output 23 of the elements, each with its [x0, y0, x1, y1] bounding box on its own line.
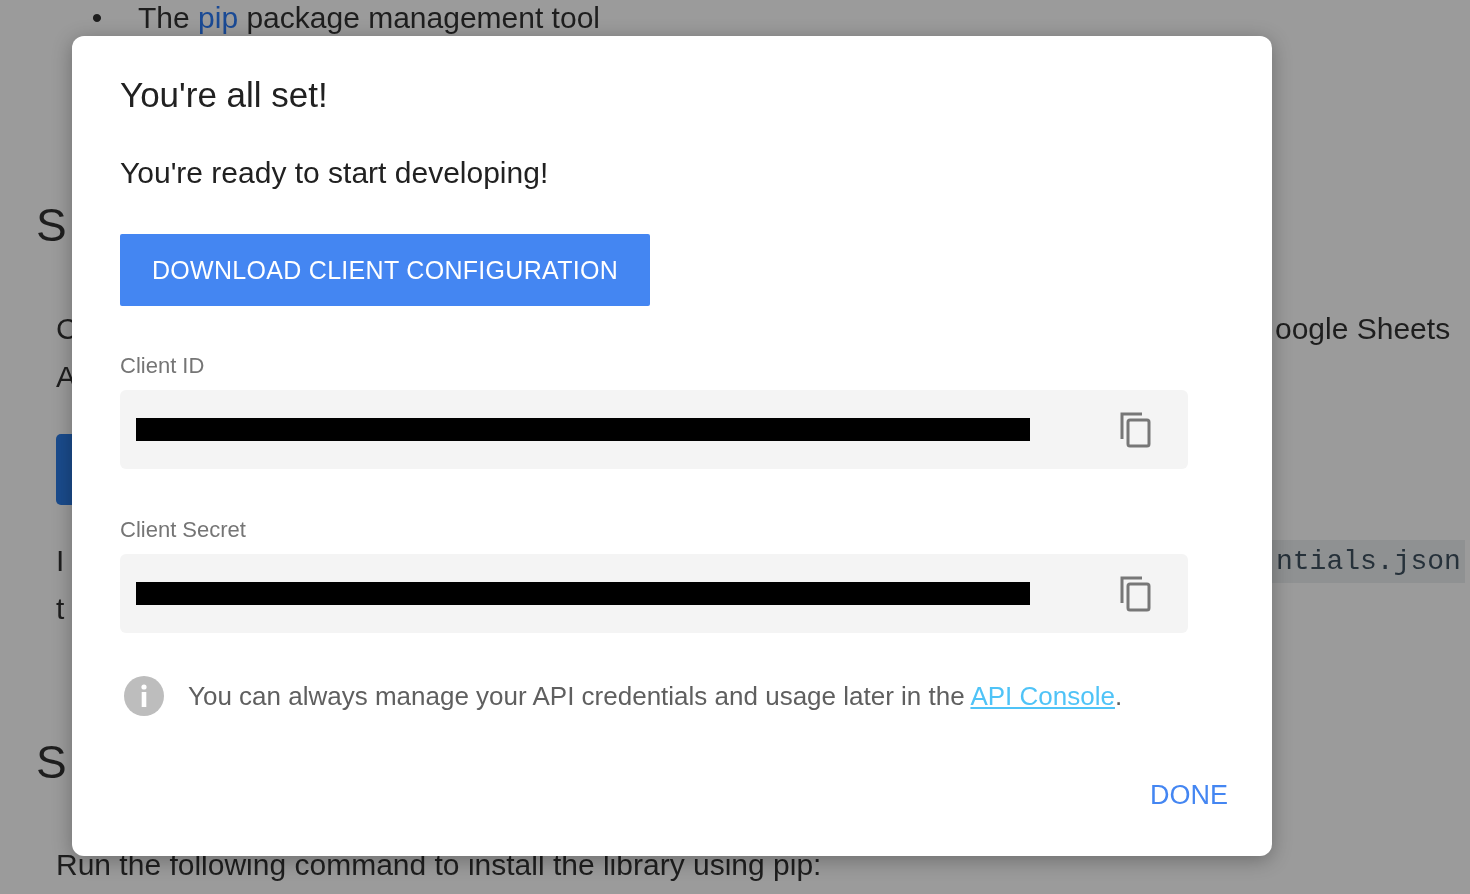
copy-icon[interactable]: [1120, 575, 1152, 612]
input-field[interactable]: [120, 554, 1188, 633]
bullet-text: The pip package management tool: [138, 0, 600, 36]
paragraph-text: Run the following command to install the library using pip:: [56, 848, 822, 882]
dialog-message: You're ready to start developing!: [120, 155, 549, 191]
heading-fragment: S: [36, 735, 67, 789]
paragraph-fragment: I: [56, 544, 65, 578]
heading-fragment: S: [36, 198, 67, 252]
api-console-link[interactable]: API Console: [970, 680, 1115, 711]
pip-link[interactable]: pip: [198, 1, 239, 34]
info-text: You can always manage your API credentials and usage later in the API Console.: [188, 680, 1123, 712]
done-button[interactable]: DONE: [1150, 776, 1228, 815]
code-fragment: ntials.json: [1272, 539, 1465, 583]
field-label: Client Secret: [120, 516, 246, 544]
field-label: Client ID: [120, 352, 205, 380]
dialog-title: You're all set!: [120, 74, 328, 116]
input-field[interactable]: [120, 390, 1188, 469]
paragraph-fragment: t: [56, 592, 65, 626]
copy-icon[interactable]: [1120, 411, 1152, 448]
download-button[interactable]: DOWNLOAD CLIENT CONFIGURATION: [120, 234, 650, 306]
paragraph-fragment: oogle Sheets: [1275, 312, 1451, 346]
info-icon: [124, 676, 164, 716]
bullet-marker: •: [90, 0, 104, 36]
